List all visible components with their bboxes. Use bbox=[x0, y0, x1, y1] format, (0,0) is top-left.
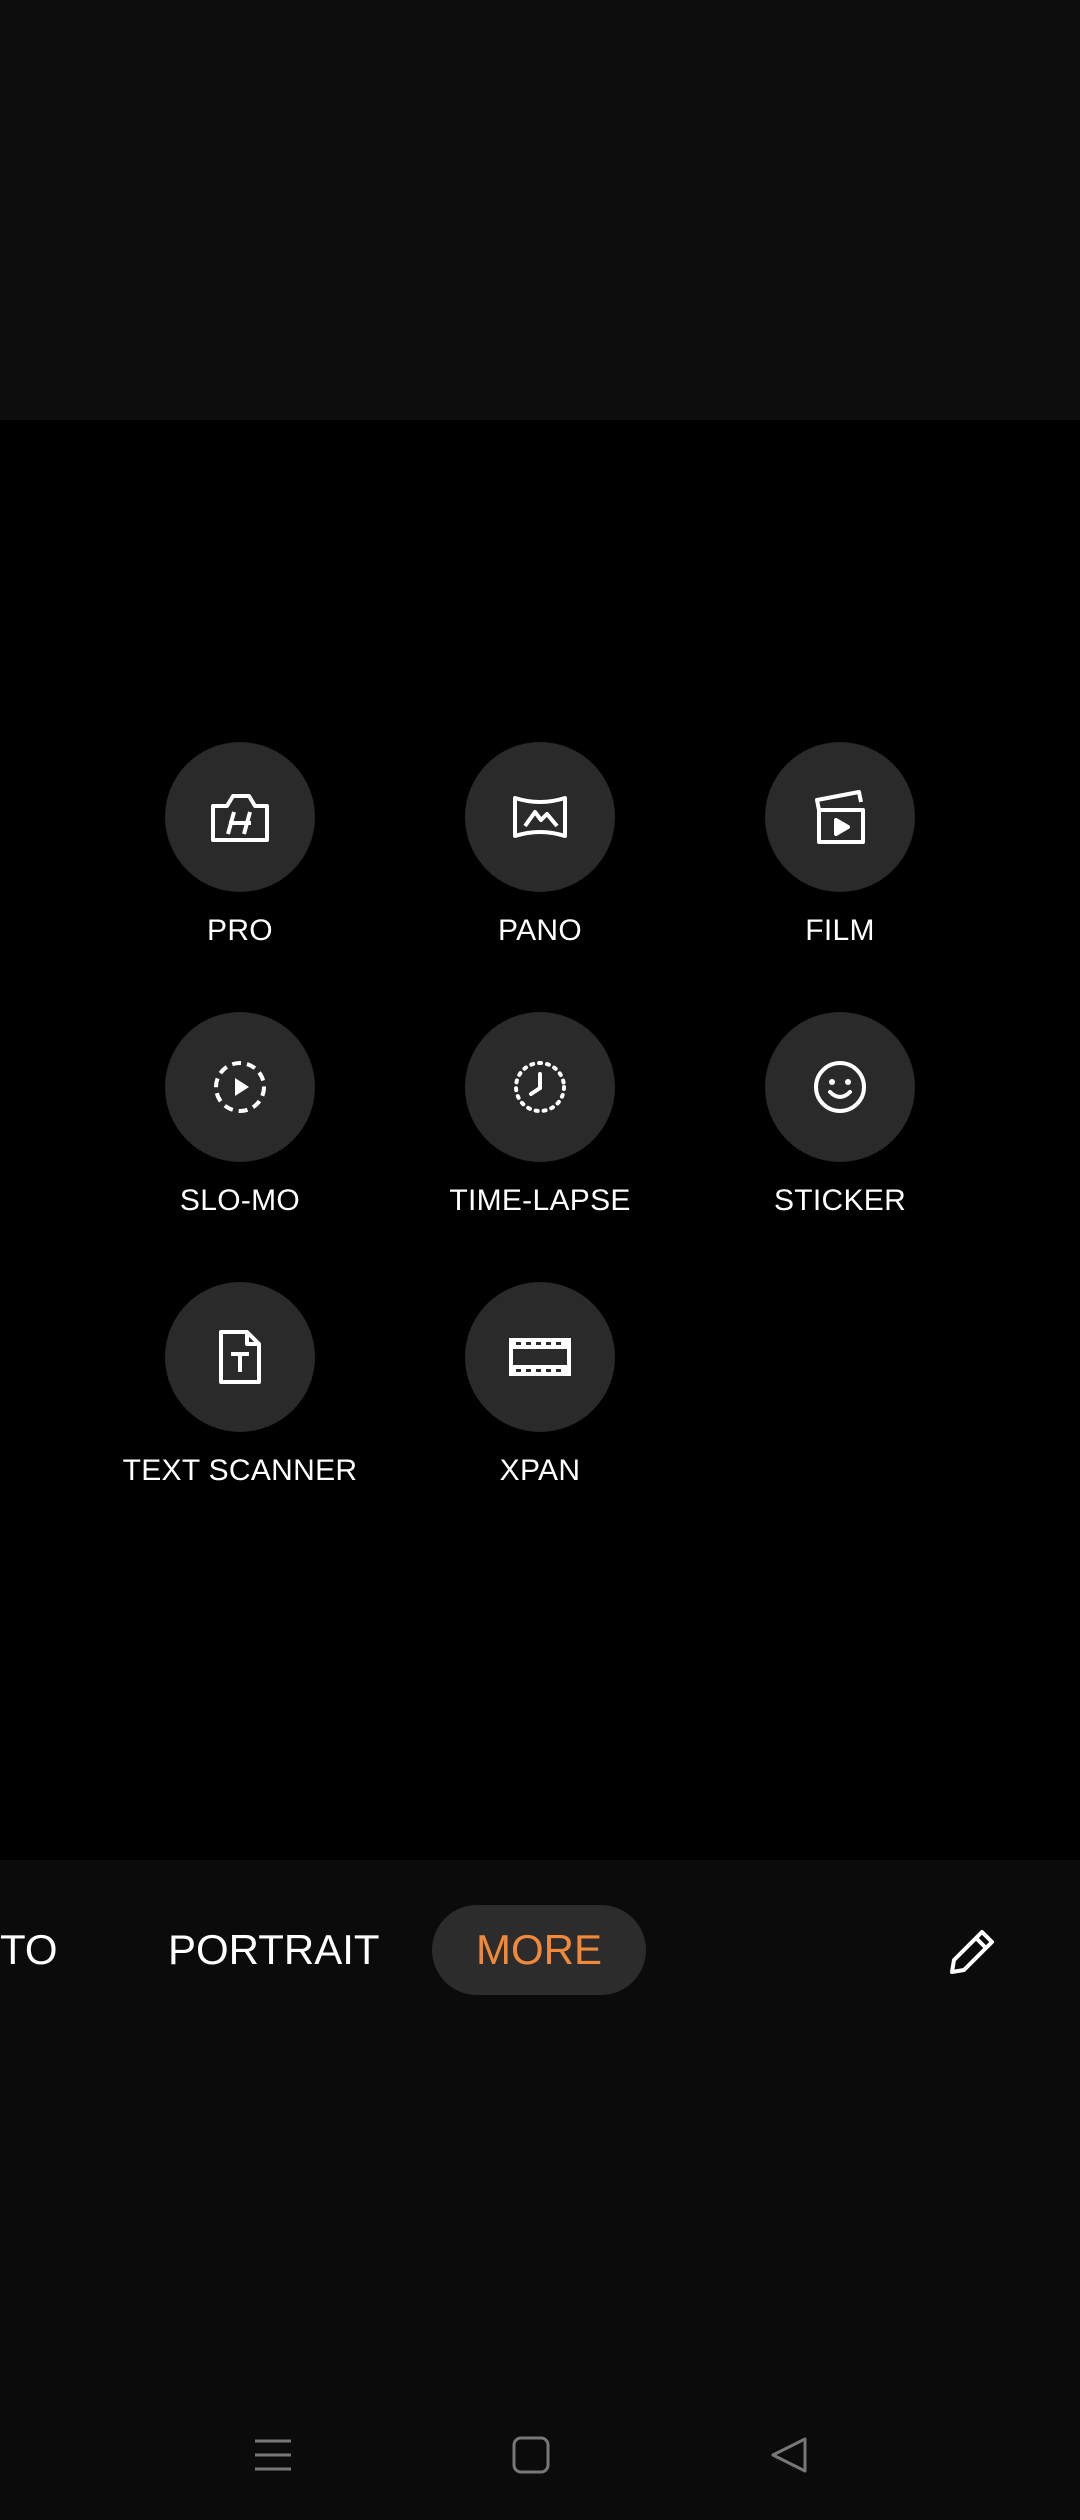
pencil-icon bbox=[950, 1930, 994, 1974]
mode-tab-photo[interactable]: TO bbox=[0, 1905, 58, 1995]
mode-time-lapse-label: TIME-LAPSE bbox=[449, 1184, 631, 1217]
mode-film[interactable]: FILM bbox=[690, 742, 990, 992]
mode-tab-more[interactable]: MORE bbox=[432, 1905, 646, 1995]
mode-pano-label: PANO bbox=[498, 914, 582, 947]
mode-time-lapse[interactable]: TIME-LAPSE bbox=[390, 1012, 690, 1262]
mode-pano[interactable]: PANO bbox=[390, 742, 690, 992]
system-navigation-bar bbox=[0, 2410, 1080, 2500]
mode-xpan-label: XPAN bbox=[499, 1454, 581, 1487]
mode-text-scanner[interactable]: TEXT SCANNER bbox=[90, 1282, 390, 1532]
mode-sticker-button[interactable] bbox=[765, 1012, 915, 1162]
mode-sticker-label: STICKER bbox=[773, 1184, 907, 1217]
mode-time-lapse-button[interactable] bbox=[465, 1012, 615, 1162]
mode-pro[interactable]: PRO bbox=[90, 742, 390, 992]
mode-xpan[interactable]: XPAN bbox=[390, 1282, 690, 1532]
mode-xpan-button[interactable] bbox=[465, 1282, 615, 1432]
mode-slo-mo-label: SLO-MO bbox=[179, 1184, 301, 1217]
mode-switcher: TO PORTRAIT MORE bbox=[0, 1905, 1080, 1995]
mode-pro-button[interactable] bbox=[165, 742, 315, 892]
smiley-sticker-icon bbox=[814, 1061, 866, 1113]
mode-tab-portrait[interactable]: PORTRAIT bbox=[168, 1905, 380, 1995]
home-square-icon bbox=[512, 2436, 550, 2474]
mode-slo-mo-button[interactable] bbox=[165, 1012, 315, 1162]
mode-film-label: FILM bbox=[805, 914, 875, 947]
mode-sticker[interactable]: STICKER bbox=[690, 1012, 990, 1262]
edit-modes-button[interactable] bbox=[940, 1920, 1004, 1984]
film-clapper-icon bbox=[815, 790, 865, 844]
nav-home-button[interactable] bbox=[486, 2410, 576, 2500]
mode-slo-mo[interactable]: SLO-MO bbox=[90, 1012, 390, 1262]
filmstrip-icon bbox=[509, 1338, 571, 1376]
back-triangle-icon bbox=[771, 2437, 807, 2473]
panorama-icon bbox=[513, 796, 567, 838]
menu-lines-icon bbox=[255, 2439, 291, 2471]
mode-pro-label: PRO bbox=[207, 914, 273, 947]
slow-motion-icon bbox=[214, 1061, 266, 1113]
mode-film-button[interactable] bbox=[765, 742, 915, 892]
top-status-area bbox=[0, 0, 1080, 420]
mode-text-scanner-button[interactable] bbox=[165, 1282, 315, 1432]
pro-camera-icon bbox=[211, 794, 269, 842]
mode-pano-button[interactable] bbox=[465, 742, 615, 892]
nav-menu-button[interactable] bbox=[228, 2410, 318, 2500]
text-document-icon bbox=[219, 1330, 261, 1384]
nav-back-button[interactable] bbox=[744, 2410, 834, 2500]
time-lapse-icon bbox=[514, 1061, 566, 1113]
mode-text-scanner-label: TEXT SCANNER bbox=[122, 1454, 358, 1487]
